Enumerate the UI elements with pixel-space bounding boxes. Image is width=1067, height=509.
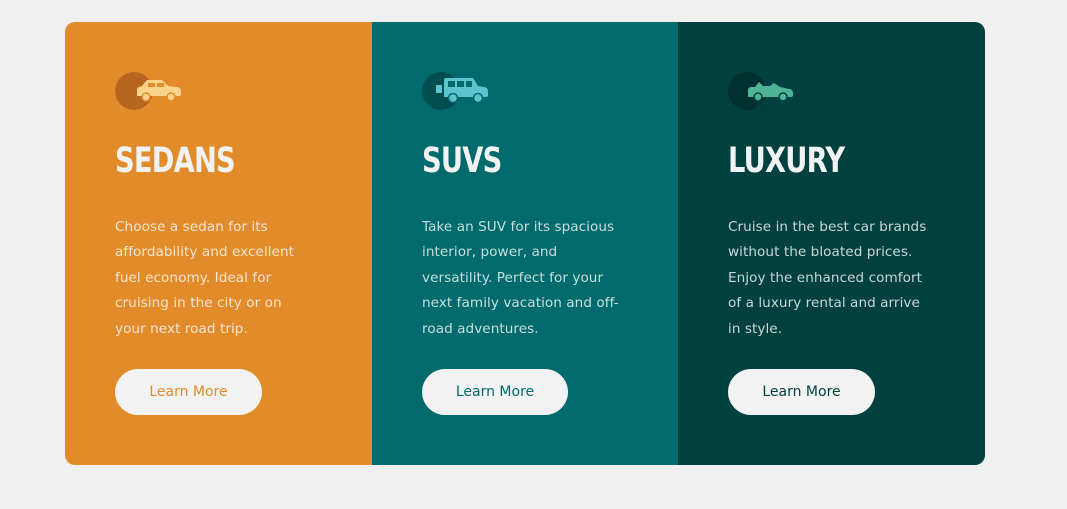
luxury-convertible-icon [728,72,793,110]
card-description: Take an SUV for its spacious interior, p… [422,219,619,337]
card-title: SUVS [422,141,502,181]
card-description: Cruise in the best car brands without th… [728,219,927,337]
card-luxury: LUXURY Cruise in the best car brands wit… [678,22,985,465]
learn-more-button[interactable]: Learn More [115,369,262,415]
suv-car-icon [422,72,488,110]
card-sedans: SEDANS Choose a sedan for its affordabil… [65,22,372,465]
card-suvs: SUVS Take an SUV for its spacious interi… [372,22,678,465]
card-title: LUXURY [728,141,845,181]
car-category-cards: SEDANS Choose a sedan for its affordabil… [65,22,985,465]
learn-more-button[interactable]: Learn More [728,369,875,415]
sedan-car-icon [115,72,181,110]
card-description: Choose a sedan for its affordability and… [115,219,295,337]
learn-more-button[interactable]: Learn More [422,369,568,415]
card-title: SEDANS [115,141,236,181]
